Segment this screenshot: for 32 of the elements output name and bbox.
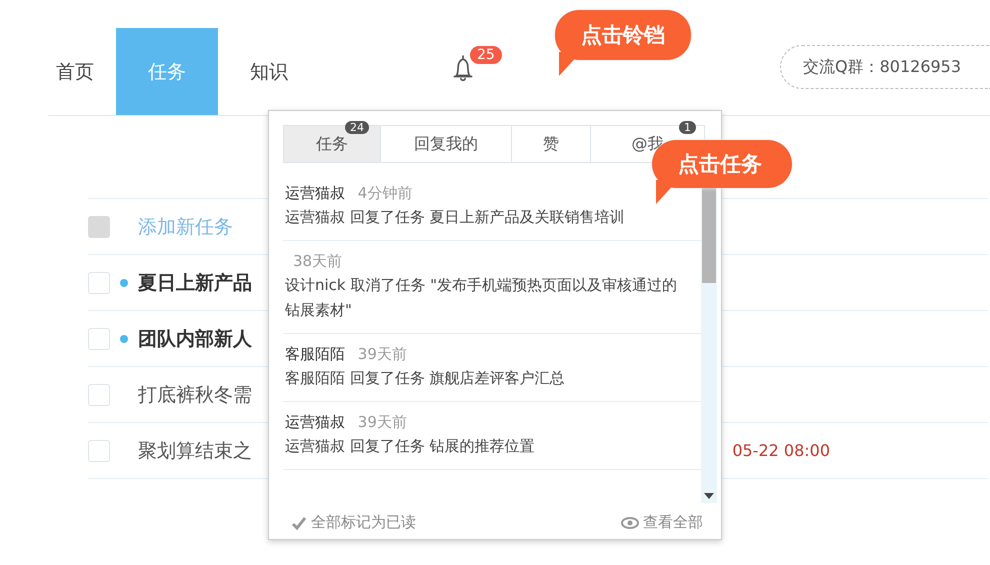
scroll-down-arrow-icon[interactable]	[704, 493, 714, 499]
due-date: 05-22 08:00	[732, 441, 830, 460]
author-name[interactable]: 运营猫叔	[285, 413, 345, 431]
checkbox[interactable]	[88, 384, 110, 406]
task-title[interactable]: 聚划算结束之	[138, 438, 252, 464]
timestamp: 39天前	[358, 413, 407, 431]
view-all-link[interactable]: 查看全部	[621, 513, 703, 532]
notification-text[interactable]: 运营猫叔 回复了任务 夏日上新产品及关联销售培训	[285, 205, 680, 230]
count-badge: 1	[679, 121, 696, 134]
timestamp: 4分钟前	[358, 184, 412, 202]
qq-group-label: 交流Q群：80126953	[780, 45, 990, 89]
notification-tab[interactable]: 赞	[512, 125, 591, 163]
author-name[interactable]: 客服陌陌	[285, 345, 345, 363]
task-title[interactable]: 夏日上新产品	[138, 270, 252, 296]
eye-icon	[621, 516, 639, 528]
checkbox[interactable]	[88, 440, 110, 462]
checkbox[interactable]	[88, 272, 110, 294]
timestamp: 38天前	[292, 252, 342, 270]
notification-text[interactable]: 运营猫叔 回复了任务 钻展的推荐位置	[285, 434, 680, 459]
checkbox[interactable]	[88, 328, 110, 350]
timestamp: 39天前	[358, 345, 407, 363]
mark-all-read-link[interactable]: 全部标记为已读	[291, 513, 416, 532]
notification-count-badge: 25	[470, 46, 502, 64]
notification-text[interactable]: 客服陌陌 回复了任务 旗舰店差评客户汇总	[285, 366, 680, 391]
count-badge: 24	[345, 121, 369, 134]
task-title[interactable]: 团队内部新人	[138, 326, 252, 352]
notification-tab[interactable]: 回复我的	[381, 125, 512, 163]
checkmark-icon	[291, 516, 307, 530]
author-name[interactable]: 运营猫叔	[285, 184, 345, 202]
notification-text[interactable]: 设计nick 取消了任务 "发布手机端预热页面以及审核通过的钻展素材"	[285, 273, 680, 323]
task-title[interactable]: 打底裤秋冬需	[138, 382, 252, 408]
nav-tab[interactable]: 首页	[48, 28, 116, 115]
